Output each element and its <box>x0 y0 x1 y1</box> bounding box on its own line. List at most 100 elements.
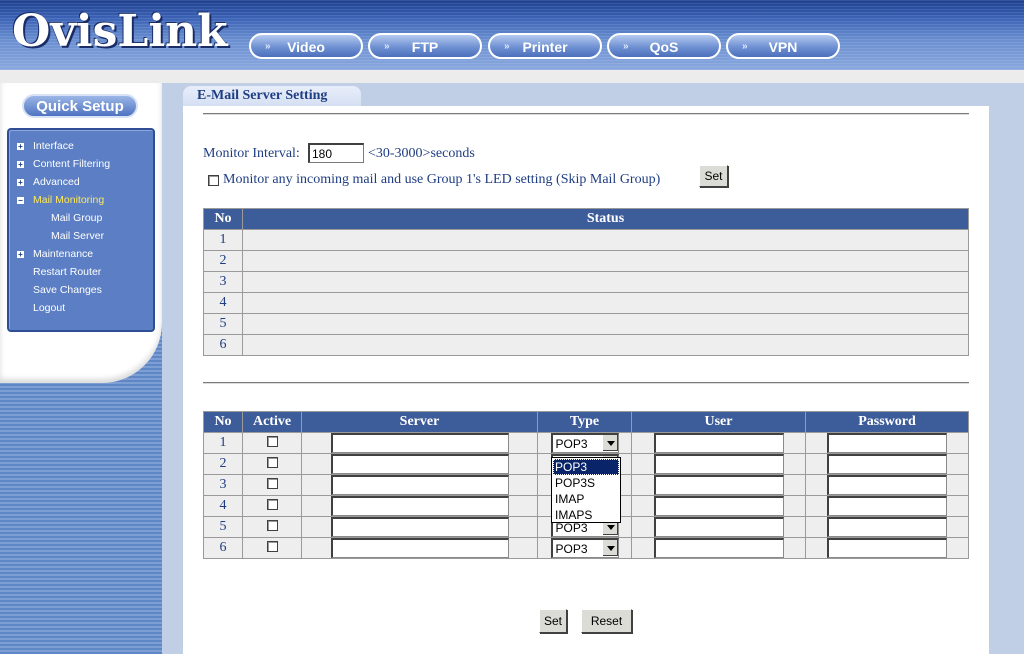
status-cell <box>242 334 969 356</box>
password-input[interactable] <box>827 517 947 537</box>
sidebar-item-label: Maintenance <box>33 248 94 260</box>
page-title: E-Mail Server Setting <box>183 86 361 108</box>
row-number: 4 <box>203 292 243 314</box>
collapse-icon[interactable]: − <box>17 197 24 205</box>
type-option[interactable]: POP3S <box>553 475 619 491</box>
type-select[interactable]: POP3 <box>550 538 619 558</box>
sidebar-item-mail-monitoring[interactable]: − Mail Monitoring <box>9 193 149 209</box>
sidebar-item-label: Interface <box>33 140 74 152</box>
password-input[interactable] <box>827 454 947 474</box>
user-cell <box>631 537 806 559</box>
set-button[interactable]: Set <box>539 609 567 633</box>
user-input[interactable] <box>653 433 784 453</box>
table-row: 2 <box>203 250 969 272</box>
column-header: No <box>203 208 243 230</box>
type-dropdown-list[interactable]: POP3 POP3S IMAP IMAPS <box>551 457 621 523</box>
type-select[interactable]: POP3 <box>550 433 619 453</box>
expand-icon[interactable]: + <box>17 161 24 169</box>
quick-setup-button[interactable]: Quick Setup <box>22 94 138 118</box>
type-cell: POP3 <box>537 432 632 454</box>
password-input[interactable] <box>827 433 947 453</box>
password-input[interactable] <box>827 475 947 495</box>
nav-video-button[interactable]: » Video <box>249 33 363 59</box>
row-number: 4 <box>203 495 243 517</box>
status-cell <box>242 313 969 335</box>
server-input[interactable] <box>330 496 509 516</box>
active-checkbox[interactable] <box>266 457 278 468</box>
sidebar-item-label: Save Changes <box>33 284 102 296</box>
user-input[interactable] <box>653 475 784 495</box>
divider <box>203 113 969 115</box>
expand-icon[interactable]: + <box>17 251 24 259</box>
active-checkbox[interactable] <box>266 478 278 489</box>
server-input[interactable] <box>330 475 509 495</box>
sidebar-item-label: Advanced <box>33 176 80 188</box>
active-checkbox[interactable] <box>266 541 278 552</box>
chevron-down-icon[interactable] <box>601 540 618 556</box>
page-tab: E-Mail Server Setting <box>183 86 368 108</box>
monitor-led-checkbox[interactable] <box>208 175 219 186</box>
server-input[interactable] <box>330 517 509 537</box>
row-number: 3 <box>203 271 243 293</box>
server-input[interactable] <box>330 433 509 453</box>
reset-button[interactable]: Reset <box>581 609 632 633</box>
user-input[interactable] <box>653 454 784 474</box>
top-header: OvisLink » Video » FTP » Printer » QoS » VPN <box>0 0 1024 70</box>
sidebar-item-restart-router[interactable]: Restart Router <box>9 265 149 281</box>
nav-printer-button[interactable]: » Printer <box>488 33 602 59</box>
row-number: 3 <box>203 474 243 496</box>
table-row: 3 <box>203 271 969 293</box>
row-number: 2 <box>203 250 243 272</box>
server-input[interactable] <box>330 538 509 558</box>
right-margin <box>989 83 1024 654</box>
type-select-value: POP3 <box>555 437 588 451</box>
type-option[interactable]: POP3 <box>553 459 619 475</box>
nav-ftp-button[interactable]: » FTP <box>368 33 482 59</box>
nav-qos-button[interactable]: » QoS <box>607 33 721 59</box>
monitor-interval-input[interactable] <box>308 143 364 163</box>
nav-ftp-label: FTP <box>411 39 439 55</box>
password-input[interactable] <box>827 496 947 516</box>
divider <box>203 382 969 384</box>
set-interval-button[interactable]: Set <box>699 165 728 187</box>
active-checkbox[interactable] <box>266 499 278 510</box>
type-select-value: POP3 <box>555 521 588 535</box>
active-checkbox[interactable] <box>266 436 278 447</box>
type-option[interactable]: IMAPS <box>553 507 619 523</box>
sidebar-item-save-changes[interactable]: Save Changes <box>9 283 149 299</box>
chevron-down-icon[interactable] <box>601 435 618 451</box>
password-cell <box>805 474 969 496</box>
active-cell <box>242 516 302 538</box>
sidebar-item-label: Content Filtering <box>33 158 111 170</box>
active-checkbox[interactable] <box>266 520 278 531</box>
type-cell: POP3 <box>537 537 632 559</box>
sidebar-item-content-filtering[interactable]: + Content Filtering <box>9 157 149 173</box>
sidebar-item-logout[interactable]: Logout <box>9 301 149 317</box>
user-input[interactable] <box>653 517 784 537</box>
password-cell <box>805 453 969 475</box>
server-cell <box>301 516 538 538</box>
row-number: 1 <box>203 229 243 251</box>
user-input[interactable] <box>653 538 784 558</box>
sidebar-item-advanced[interactable]: + Advanced <box>9 175 149 191</box>
sidebar-item-mail-group[interactable]: Mail Group <box>9 211 149 227</box>
expand-icon[interactable]: + <box>17 143 24 151</box>
password-input[interactable] <box>827 538 947 558</box>
sidebar-item-maintenance[interactable]: + Maintenance <box>9 247 149 263</box>
monitor-interval-label: Monitor Interval: <box>203 146 300 161</box>
type-option[interactable]: IMAP <box>553 491 619 507</box>
nav-vpn-button[interactable]: » VPN <box>726 33 840 59</box>
server-cell <box>301 432 538 454</box>
sidebar-item-mail-server[interactable]: Mail Server <box>9 229 149 245</box>
sidebar-item-label: Restart Router <box>33 266 102 278</box>
server-input[interactable] <box>330 454 509 474</box>
sidebar-item-interface[interactable]: + Interface <box>9 139 149 155</box>
row-number: 2 <box>203 453 243 475</box>
expand-icon[interactable]: + <box>17 179 24 187</box>
server-cell <box>301 453 538 475</box>
active-cell <box>242 537 302 559</box>
nav-video-label: Video <box>287 39 325 55</box>
user-cell <box>631 453 806 475</box>
status-cell <box>242 250 969 272</box>
user-input[interactable] <box>653 496 784 516</box>
